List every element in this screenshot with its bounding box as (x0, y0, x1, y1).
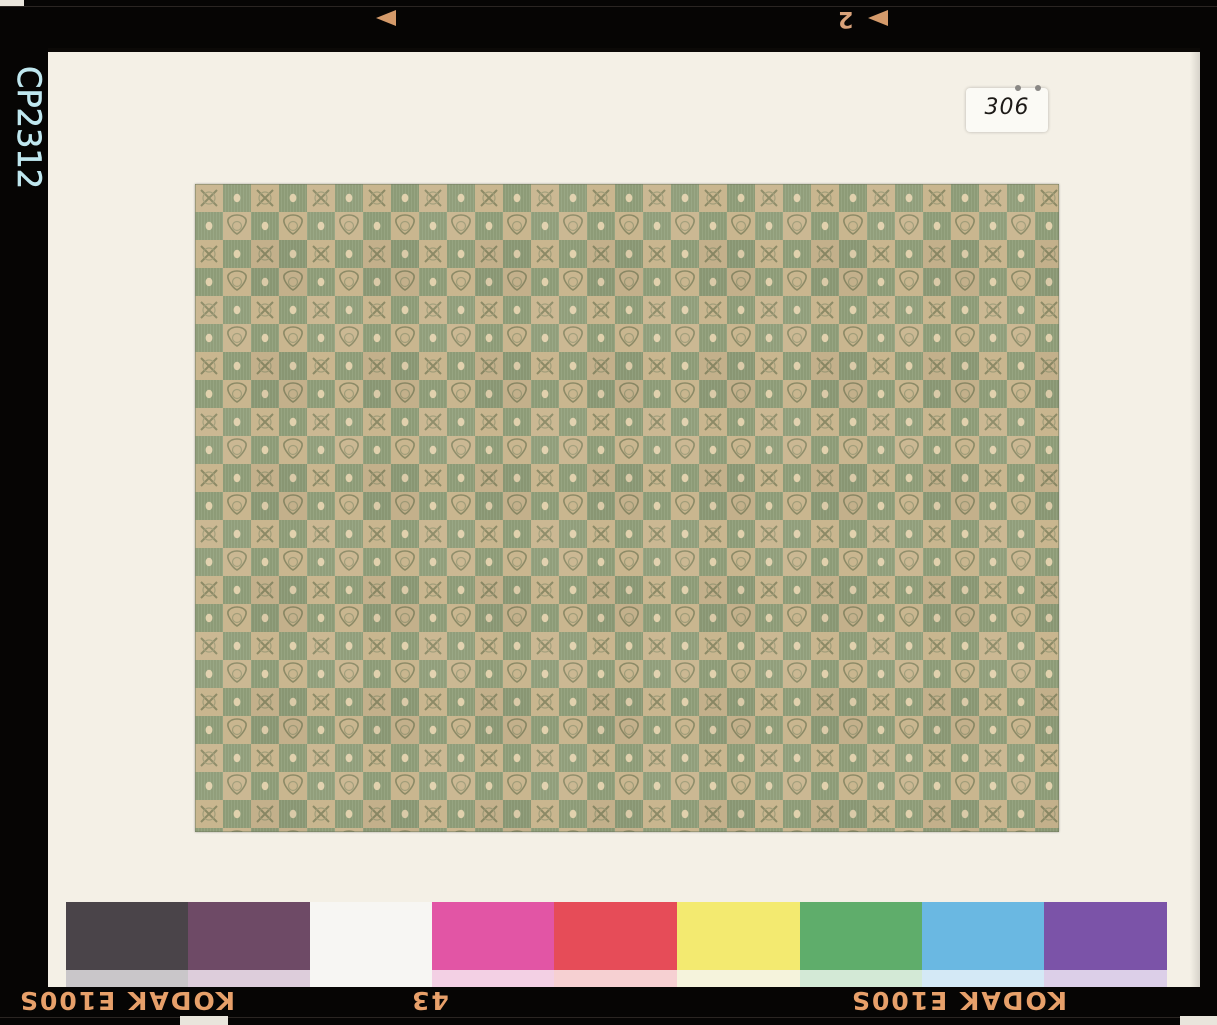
sample-number-label: 306 (966, 85, 1048, 132)
film-perforation (0, 0, 24, 6)
film-perforation (180, 1016, 228, 1025)
label-holes-icon (1015, 85, 1041, 91)
handwritten-code-text: CP2312 (10, 66, 48, 189)
color-patch-gray (66, 902, 188, 987)
film-edge-top-number: 2 (838, 6, 854, 31)
sample-mount-board: 306 (48, 48, 1200, 987)
color-patch-purple (188, 902, 310, 987)
film-edge-top-line (0, 6, 1217, 7)
textile-swatch (195, 184, 1059, 832)
color-patch-cyan (922, 902, 1044, 987)
color-patch-green (800, 902, 922, 987)
film-perforation (1180, 1016, 1217, 1025)
color-patch-magenta (432, 902, 554, 987)
color-calibration-bar (66, 902, 1167, 987)
mount-shadow (1190, 52, 1200, 987)
film-brand-right: KODAK E100S (850, 986, 1067, 1015)
color-patch-violet (1044, 902, 1167, 987)
color-patch-white (310, 902, 432, 987)
color-patch-red (554, 902, 677, 987)
film-frame: 2 CP2312 306 KODAK E100S 43 KODAK E100S (0, 0, 1217, 1025)
film-brand-left: KODAK E100S (18, 986, 235, 1015)
film-edge-arrow-icon (376, 10, 396, 26)
film-edge-arrow-icon (868, 10, 888, 26)
sample-number-text: 306 (984, 95, 1030, 120)
film-frame-number: 43 (410, 986, 449, 1015)
handwritten-code-mark: CP2312 (10, 66, 49, 190)
color-patch-yellow (677, 902, 800, 987)
